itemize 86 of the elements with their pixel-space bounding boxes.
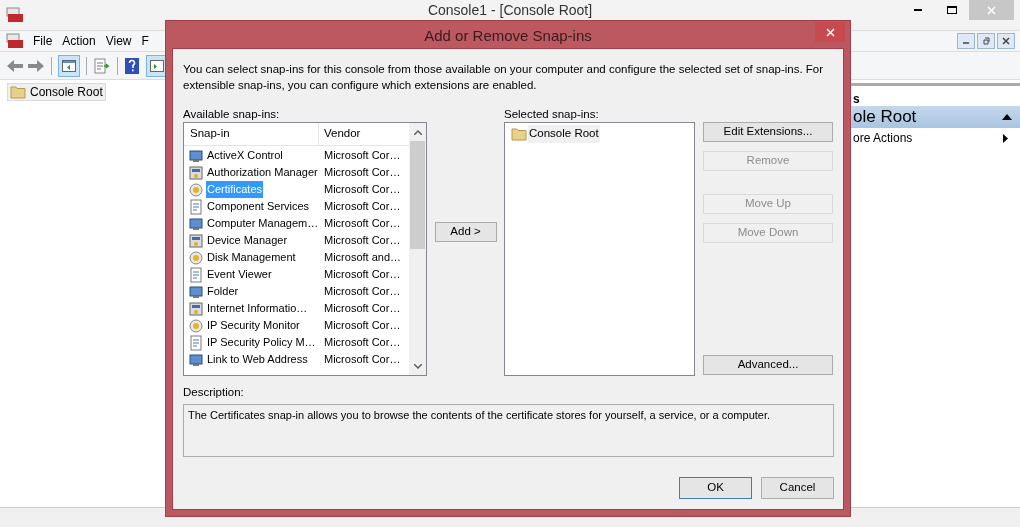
- snap-in-icon: [188, 164, 204, 181]
- snap-in-name[interactable]: ActiveX Control: [206, 147, 284, 164]
- snap-in-icon: [188, 249, 204, 266]
- mdi-restore-button[interactable]: [977, 33, 995, 49]
- window-title: Console1 - [Console Root]: [427, 2, 593, 19]
- snap-in-name[interactable]: Link to Web Address: [206, 351, 309, 368]
- dialog-title: Add or Remove Snap-ins: [424, 26, 592, 46]
- snap-in-icon: [188, 266, 204, 283]
- close-icon: [825, 27, 835, 37]
- selected-snap-in[interactable]: Console Root: [528, 125, 600, 143]
- restore-icon: [982, 37, 990, 45]
- scroll-down-icon[interactable]: [413, 364, 422, 369]
- submenu-arrow-icon: [1003, 133, 1008, 143]
- show-tree-button[interactable]: [58, 54, 80, 77]
- scrollbar[interactable]: [409, 123, 426, 375]
- ok-button[interactable]: OK: [679, 477, 752, 499]
- snap-in-name[interactable]: IP Security Monitor: [206, 317, 301, 334]
- toolbox-icon[interactable]: [6, 33, 24, 49]
- actions-header: s: [853, 92, 860, 106]
- vendor-cell-text: Microsoft Cor…: [323, 352, 401, 368]
- folder-icon: [10, 85, 26, 99]
- actions-section-title: ole Root: [853, 106, 917, 129]
- selected-label: Selected snap-ins:: [504, 107, 600, 121]
- column-header[interactable]: Snap-in: [184, 123, 319, 145]
- snap-in-name[interactable]: Authorization Manager: [206, 164, 319, 181]
- available-label: Available snap-ins:: [183, 107, 281, 121]
- menu-item[interactable]: File: [28, 32, 58, 50]
- vendor-cell-text: Microsoft Cor…: [323, 301, 401, 317]
- snap-in-icon: [188, 232, 204, 249]
- close-icon: [1002, 37, 1010, 45]
- vendor-cell-text: Microsoft Cor…: [323, 284, 401, 300]
- vendor-cell-text: Microsoft Cor…: [323, 267, 401, 283]
- vendor-cell-text: Microsoft Cor…: [323, 233, 401, 249]
- action-pane-icon: [150, 59, 164, 72]
- column-header[interactable]: Vendor: [319, 123, 409, 145]
- snap-in-name[interactable]: Disk Management: [206, 249, 297, 266]
- close-button[interactable]: [815, 22, 845, 42]
- snap-in-icon: [188, 181, 204, 198]
- action-button[interactable]: Advanced...: [703, 355, 833, 375]
- snap-in-name[interactable]: Internet Informatio…: [206, 300, 309, 317]
- vendor-cell-text: Microsoft Cor…: [323, 165, 401, 181]
- close-icon: [987, 5, 996, 15]
- snap-in-name[interactable]: IP Security Policy M…: [206, 334, 317, 351]
- action-item[interactable]: ore Actions: [853, 128, 1020, 148]
- mdi-close-button[interactable]: [997, 33, 1015, 49]
- folder-icon: [511, 127, 527, 141]
- snap-in-icon: [188, 215, 204, 232]
- vendor-cell-text: Microsoft Cor…: [323, 148, 401, 164]
- snap-in-name[interactable]: Folder: [206, 283, 240, 300]
- snap-in-icon: [188, 283, 204, 300]
- snap-in-icon: [188, 198, 204, 215]
- forward-icon[interactable]: [27, 57, 45, 74]
- menu-item[interactable]: Action: [57, 32, 101, 50]
- back-icon[interactable]: [6, 57, 24, 74]
- vendor-cell-text: Microsoft Cor…: [323, 182, 401, 198]
- intro-text: You can select snap-ins for this console from those available on your computer and configure the selected set of snap-ins. For extensible snap-ins, you can configure which extensions are enabled.: [183, 62, 825, 93]
- description-box: The Certificates snap-in allows you to browse the contents of the certificate stores for yourself, a service, or a computer.: [183, 404, 834, 458]
- snap-in-icon: [188, 334, 204, 351]
- snap-in-name[interactable]: Event Viewer: [206, 266, 273, 283]
- vendor-cell-text: Microsoft Cor…: [323, 199, 401, 215]
- show-action-pane-button[interactable]: [146, 54, 168, 77]
- vendor-cell-text: Microsoft Cor…: [323, 335, 401, 351]
- menu-item[interactable]: View: [100, 32, 137, 50]
- tree-pane-icon: [62, 59, 76, 72]
- snap-in-name[interactable]: Device Manager: [206, 232, 289, 249]
- vendor-cell-text: Microsoft Cor…: [323, 216, 401, 232]
- snap-in-name[interactable]: Computer Managem…: [206, 215, 320, 232]
- snap-in-icon: [188, 147, 204, 164]
- snap-in-icon: [188, 351, 204, 368]
- add-button[interactable]: Add >: [434, 222, 497, 242]
- vendor-cell-text: Microsoft and…: [323, 250, 402, 266]
- toolbox-icon: [6, 7, 24, 23]
- action-button[interactable]: Edit Extensions...: [703, 122, 833, 142]
- snap-in-icon: [188, 317, 204, 334]
- snap-in-name[interactable]: Component Services: [206, 198, 311, 215]
- collapse-icon[interactable]: [1002, 114, 1012, 120]
- cancel-button[interactable]: Cancel: [761, 477, 834, 499]
- description-label: Description:: [183, 385, 245, 400]
- mdi-minimize-button[interactable]: [957, 33, 975, 49]
- tree-item[interactable]: Console Root: [7, 83, 106, 101]
- export-list-icon[interactable]: [93, 57, 111, 74]
- snap-in-icon: [188, 300, 204, 317]
- help-icon[interactable]: [124, 56, 140, 75]
- menu-item[interactable]: F: [136, 32, 154, 50]
- scroll-up-icon[interactable]: [413, 130, 422, 135]
- vendor-cell-text: Microsoft Cor…: [323, 318, 401, 334]
